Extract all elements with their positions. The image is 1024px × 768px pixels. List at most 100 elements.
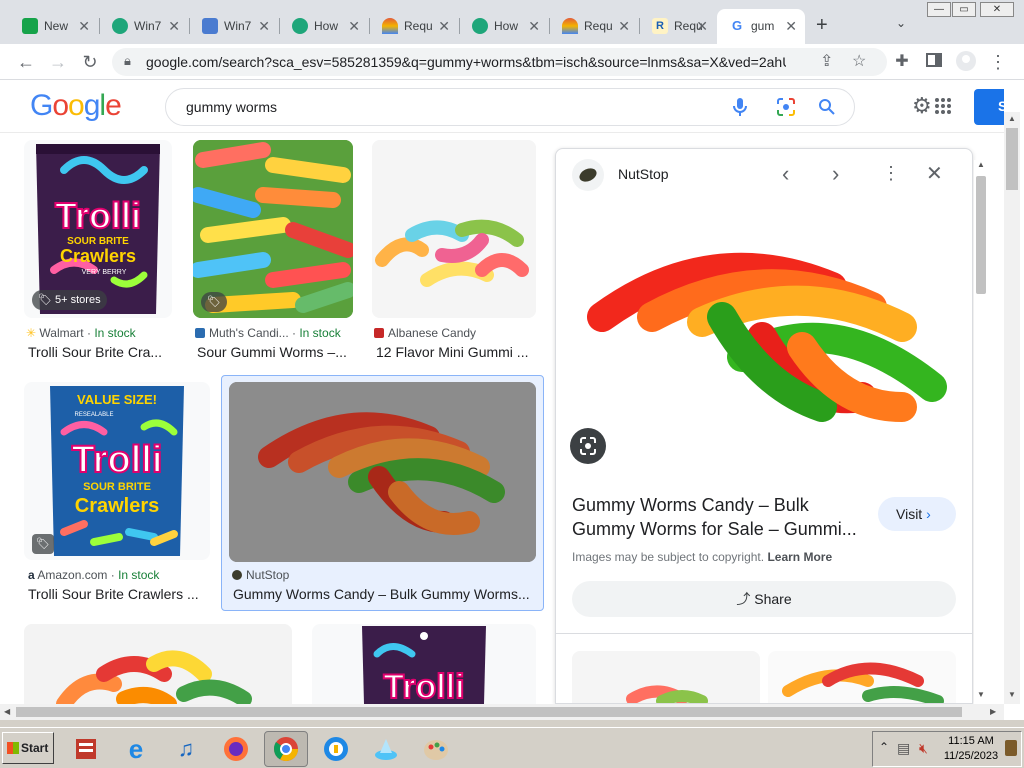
menu-kebab-icon[interactable]: ⋮ <box>986 50 1010 74</box>
result-thumbnail[interactable]: VALUE SIZE! RESEALABLE Trolli SOUR BRITE… <box>24 382 210 560</box>
panel-title[interactable]: Gummy Worms Candy – Bulk Gummy Worms for… <box>572 493 862 541</box>
internet-explorer-icon[interactable]: e <box>116 731 156 767</box>
google-lens-icon[interactable] <box>776 97 796 122</box>
walmart-spark-icon: ✳ <box>26 326 37 340</box>
tab-4[interactable]: How ✕ <box>280 9 368 44</box>
reload-icon[interactable]: ↻ <box>78 50 102 74</box>
tab-search-icon[interactable]: ⌄ <box>896 16 906 30</box>
file-manager-icon[interactable] <box>66 731 106 767</box>
close-panel-icon[interactable]: ✕ <box>926 161 943 186</box>
tab-6[interactable]: How ✕ <box>460 9 548 44</box>
search-box[interactable]: gummy worms <box>165 88 855 126</box>
learn-more-link[interactable]: Learn More <box>767 550 832 564</box>
music-player-icon[interactable]: ♫ <box>166 731 206 767</box>
result-card-albanese[interactable]: Albanese Candy 12 Flavor Mini Gummi ... <box>372 140 536 362</box>
panel-scrollbar-thumb[interactable] <box>976 176 986 294</box>
related-image-1[interactable] <box>572 651 760 703</box>
result-thumbnail[interactable] <box>372 140 536 318</box>
share-button[interactable]: ⤴ Share <box>572 581 956 617</box>
tab-2[interactable]: Win7 ✕ <box>100 9 188 44</box>
preview-image[interactable] <box>572 207 952 437</box>
result-card-trolli-3[interactable]: Trolli <box>312 624 536 704</box>
panel-scrollbar[interactable]: ▲ ▼ <box>974 160 988 704</box>
scrollbar-thumb[interactable] <box>1006 128 1018 190</box>
google-logo[interactable]: Google <box>30 89 122 123</box>
result-caption[interactable]: Gummy Worms Candy – Bulk Gummy Worms... <box>233 586 535 602</box>
url-text[interactable]: google.com/search?sca_esv=585281359&q=gu… <box>146 54 786 70</box>
microphone-icon[interactable] <box>732 97 748 122</box>
result-caption[interactable]: Trolli Sour Brite Cra... <box>28 344 172 360</box>
system-tray: ⌃ ▤ 🔇︎ 11:15 AM 11/25/2023 <box>872 731 1022 767</box>
back-icon[interactable]: ← <box>14 50 38 74</box>
action-center-icon[interactable] <box>1005 740 1017 756</box>
more-options-icon[interactable]: ⋮ <box>882 163 900 184</box>
tab-1[interactable]: New ✕ <box>10 9 98 44</box>
horizontal-scrollbar[interactable]: ◀ ▶ <box>0 704 1004 720</box>
clock-time[interactable]: 11:15 AM <box>943 735 999 747</box>
close-tab-icon[interactable]: ✕ <box>348 18 360 34</box>
profile-avatar-icon[interactable] <box>954 50 978 74</box>
close-tab-icon[interactable]: ✕ <box>258 18 270 34</box>
result-card-trolli-walmart[interactable]: Trolli SOUR BRITE Crawlers VERY BERRY 🏷︎… <box>24 140 172 362</box>
page-scrollbar[interactable]: ▲ ▼ <box>1004 112 1020 704</box>
panel-site-name[interactable]: NutStop <box>618 166 669 182</box>
close-tab-icon[interactable]: ✕ <box>78 18 90 34</box>
close-tab-icon[interactable]: ✕ <box>528 18 540 34</box>
share-page-icon[interactable]: ⇪ <box>820 51 833 71</box>
show-hidden-icons-icon[interactable]: ⌃ <box>879 740 889 754</box>
address-bar[interactable]: 🔒︎ google.com/search?sca_esv=585281359&q… <box>112 48 887 76</box>
tab-5[interactable]: Requ ✕ <box>370 9 458 44</box>
minimize-button[interactable]: — <box>927 2 951 17</box>
network-icon[interactable]: ▤ <box>897 740 910 757</box>
forward-icon[interactable]: → <box>46 50 70 74</box>
lens-search-icon[interactable] <box>570 428 606 464</box>
next-image-icon[interactable]: › <box>832 161 839 187</box>
start-button[interactable]: Start <box>2 732 54 764</box>
maximize-button[interactable]: ▭ <box>952 2 976 17</box>
tab-google-images[interactable]: G gum ✕ <box>717 9 805 44</box>
close-tab-icon[interactable]: ✕ <box>438 18 450 34</box>
result-thumbnail[interactable] <box>229 382 536 562</box>
apps-grid-icon[interactable] <box>934 97 952 120</box>
search-input[interactable]: gummy worms <box>186 99 277 115</box>
result-card-muths[interactable]: 🏷︎ Muth's Candi... · In stock Sour Gummi… <box>193 140 353 362</box>
settings-gear-icon[interactable]: ⚙ <box>912 95 932 117</box>
search-icon[interactable] <box>818 98 836 121</box>
tab-title: gum <box>751 19 775 33</box>
close-tab-icon[interactable]: ✕ <box>168 18 180 34</box>
close-window-button[interactable]: ✕ <box>980 2 1014 17</box>
security-app-icon[interactable] <box>316 731 356 767</box>
new-tab-button[interactable]: + <box>816 14 828 37</box>
tab-3[interactable]: Win7 ✕ <box>190 9 278 44</box>
extensions-icon[interactable]: ✚ <box>890 50 914 74</box>
result-thumbnail[interactable] <box>24 624 292 704</box>
disk-cleanup-icon[interactable] <box>366 731 406 767</box>
chrome-icon[interactable] <box>264 731 308 767</box>
result-thumbnail[interactable]: Trolli <box>312 624 536 704</box>
result-caption[interactable]: Trolli Sour Brite Crawlers ... <box>28 586 208 602</box>
result-source: a Amazon.com · In stock <box>28 568 160 582</box>
result-caption[interactable]: 12 Flavor Mini Gummi ... <box>376 344 536 360</box>
tab-title: Requ <box>404 19 432 33</box>
firefox-icon[interactable] <box>216 731 256 767</box>
clock-date[interactable]: 11/25/2023 <box>943 750 999 762</box>
result-card-gummy-pile[interactable] <box>24 624 292 704</box>
tag-icon: 🏷︎ <box>201 292 227 312</box>
previous-image-icon[interactable]: ‹ <box>782 161 789 187</box>
horizontal-scrollbar-thumb[interactable] <box>16 707 962 717</box>
sign-in-button[interactable]: S <box>974 89 1007 125</box>
side-panel-icon[interactable] <box>922 50 946 74</box>
tab-7[interactable]: Requ ✕ <box>550 9 638 44</box>
paint-icon[interactable] <box>416 731 456 767</box>
close-tab-icon[interactable]: ✕ <box>696 18 708 34</box>
result-card-nutstop-selected[interactable]: NutStop Gummy Worms Candy – Bulk Gummy W… <box>221 375 544 611</box>
volume-muted-icon[interactable]: 🔇︎ <box>919 740 928 757</box>
bookmark-star-icon[interactable]: ☆ <box>852 51 866 71</box>
tab-8[interactable]: R Requ ✕ <box>640 9 716 44</box>
result-card-trolli-amazon[interactable]: VALUE SIZE! RESEALABLE Trolli SOUR BRITE… <box>24 382 210 604</box>
visit-button[interactable]: Visit › <box>878 497 956 531</box>
related-image-2[interactable] <box>768 651 956 703</box>
close-tab-icon[interactable]: ✕ <box>618 18 630 34</box>
result-caption[interactable]: Sour Gummi Worms –... <box>197 344 353 360</box>
close-tab-icon[interactable]: ✕ <box>785 18 797 34</box>
